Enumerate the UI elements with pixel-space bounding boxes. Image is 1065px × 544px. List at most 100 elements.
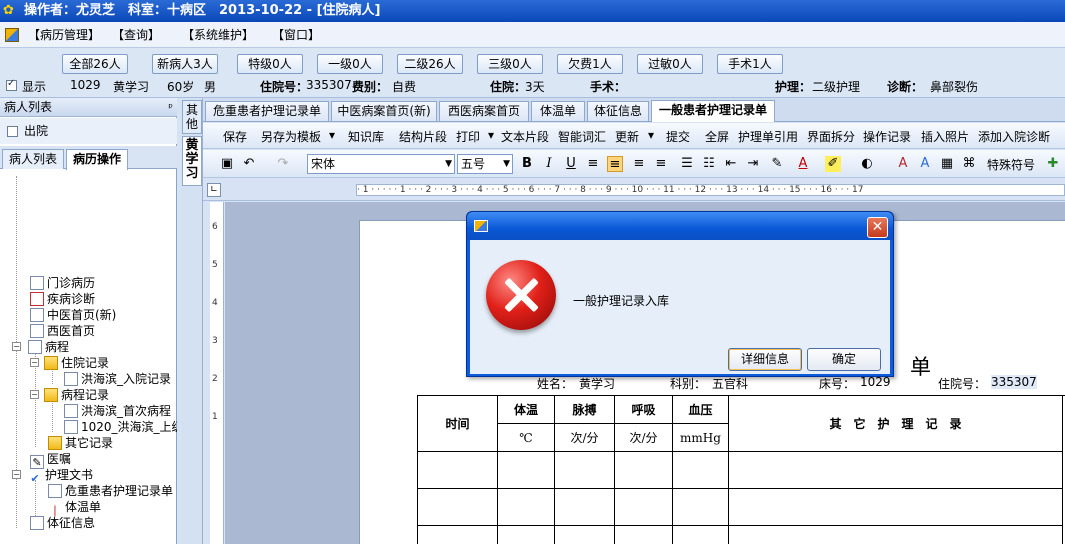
list-icon[interactable]: ☰ [679,156,695,172]
collapse-icon[interactable]: − [30,358,39,367]
underline-icon[interactable]: U [563,156,579,172]
structure-fragment-button[interactable]: 结构片段 [399,128,447,145]
image-icon[interactable]: ▦ [939,156,955,172]
table-cell[interactable] [673,526,729,544]
level-allergy-button[interactable]: 过敏0人 [637,54,703,74]
close-icon[interactable]: ✕ [867,217,888,238]
redo-icon[interactable]: ↷ [275,156,291,172]
tree-item-superior-progress[interactable]: 1020_洪海滨_上级 [64,419,177,435]
tab-vital-signs[interactable]: 体征信息 [587,101,649,121]
dropdown-icon[interactable]: ▾ [329,128,335,142]
side-tab-patient[interactable]: 黄学习 [182,136,202,186]
text-fragment-button[interactable]: 文本片段 [501,128,549,145]
level-all-button[interactable]: 全部26人 [62,54,128,74]
table-cell[interactable] [615,526,673,544]
collapse-icon[interactable]: − [12,342,21,351]
tree-item-vital-signs[interactable]: 体征信息 [30,515,95,531]
font-shrink-icon[interactable]: A [917,156,933,172]
submit-button[interactable]: 提交 [666,128,690,145]
table-cell[interactable] [418,452,498,489]
bold-icon[interactable]: B [519,156,535,172]
table-cell[interactable] [729,452,1063,489]
table-cell[interactable] [729,489,1063,526]
tree-item-critical-nursing[interactable]: 危重患者护理记录单 [48,483,173,499]
table-cell[interactable] [555,489,615,526]
font-size-select[interactable]: 五号 ▼ [457,154,513,174]
tree-item-temperature-chart[interactable]: ❘ 体温单 [48,499,101,517]
dropdown-icon[interactable]: ▾ [488,128,494,142]
table-cell[interactable] [615,489,673,526]
save-icon[interactable]: ▣ [219,156,235,172]
smart-vocabulary-button[interactable]: 智能词汇 [558,128,606,145]
save-as-template-button[interactable]: 另存为模板 [261,128,321,145]
table-cell[interactable] [498,452,555,489]
table-cell[interactable] [729,526,1063,544]
update-button[interactable]: 更新 [615,128,639,145]
tab-stop-icon[interactable]: ∟ [207,183,221,197]
tab-western-front-page[interactable]: 西医病案首页 [439,101,529,121]
table-cell[interactable] [498,489,555,526]
table-cell[interactable] [498,526,555,544]
tree-item-nursing-documents[interactable]: − ✔ 护理文书 [12,467,93,485]
tree-item-admission-records[interactable]: − 住院记录 [30,355,109,371]
table-cell[interactable] [418,526,498,544]
operation-log-button[interactable]: 操作记录 [863,128,911,145]
table-cell[interactable] [418,489,498,526]
tree-item-progress-records[interactable]: − 病程记录 [30,387,109,403]
italic-icon[interactable]: I [541,156,557,172]
menu-query[interactable]: 【查询】 [112,22,160,48]
save-button[interactable]: 保存 [223,128,247,145]
tab-temperature-chart[interactable]: 体温单 [531,101,585,121]
ruler-scale[interactable]: · 1 · · · · · 1 · · · 2 · · · 3 · · · 4 … [356,184,1065,196]
font-family-select[interactable]: 宋体 ▼ [307,154,455,174]
outdent-icon[interactable]: ⇤ [723,156,739,172]
collapse-icon[interactable]: − [12,470,21,479]
table-cell[interactable] [555,526,615,544]
undo-icon[interactable]: ↶ [241,156,257,172]
tab-patient-list[interactable]: 病人列表 [2,149,64,169]
dropdown-icon[interactable]: ▾ [648,128,654,142]
table-cell[interactable] [673,489,729,526]
align-center-icon[interactable]: ≡ [607,156,623,172]
level-arrears-button[interactable]: 欠费1人 [557,54,623,74]
add-admission-diagnosis-button[interactable]: 添加入院诊断 [978,128,1050,145]
tree-item-orders[interactable]: ✎ 医嘱 [30,451,71,469]
justify-icon[interactable]: ≡ [653,156,669,172]
level-second-button[interactable]: 二级26人 [397,54,463,74]
menu-window[interactable]: 【窗口】 [272,22,320,48]
menu-system-maintenance[interactable]: 【系统维护】 [182,22,254,48]
table-cell[interactable] [673,452,729,489]
table-cell[interactable] [555,452,615,489]
side-tab-other[interactable]: 其他 [182,100,202,134]
font-color-icon[interactable]: A [795,156,811,172]
tree-item-admission-note[interactable]: 洪海滨_入院记录 [64,371,171,387]
discharged-checkbox[interactable] [7,126,18,137]
tree-item-other-records[interactable]: 其它记录 [48,435,113,451]
dialog-titlebar[interactable]: ✕ [467,212,893,240]
level-first-button[interactable]: 一级0人 [317,54,383,74]
insert-icon[interactable]: ✚ [1045,156,1061,172]
tree-item-western-front-page[interactable]: 西医首页 [30,323,95,339]
shading-icon[interactable]: ◐ [859,156,875,172]
level-new-button[interactable]: 新病人3人 [152,54,218,74]
tab-tcm-front-page[interactable]: 中医病案首页(新) [331,101,437,121]
tab-critical-nursing-record[interactable]: 危重患者护理记录单 [205,101,329,121]
fullscreen-button[interactable]: 全屏 [705,128,729,145]
numbered-list-icon[interactable]: ☷ [701,156,717,172]
pin-icon[interactable]: ᵖ [168,98,173,117]
print-button[interactable]: 打印 [456,128,480,145]
split-view-button[interactable]: 界面拆分 [807,128,855,145]
collapse-icon[interactable]: − [30,390,39,399]
format-painter-icon[interactable]: ✎ [769,156,785,172]
symbol-icon[interactable]: ⌘ [961,156,977,172]
level-third-button[interactable]: 三级0人 [477,54,543,74]
font-grow-icon[interactable]: A [895,156,911,172]
table-cell[interactable] [615,452,673,489]
align-left-icon[interactable]: ≡ [585,156,601,172]
special-characters-button[interactable]: 特殊符号 [987,156,1035,173]
nursing-reference-button[interactable]: 护理单引用 [738,128,798,145]
align-right-icon[interactable]: ≡ [631,156,647,172]
tree-item-progress[interactable]: − 病程 [12,339,69,355]
knowledge-base-button[interactable]: 知识库 [348,128,384,145]
level-surgery-button[interactable]: 手术1人 [717,54,783,74]
